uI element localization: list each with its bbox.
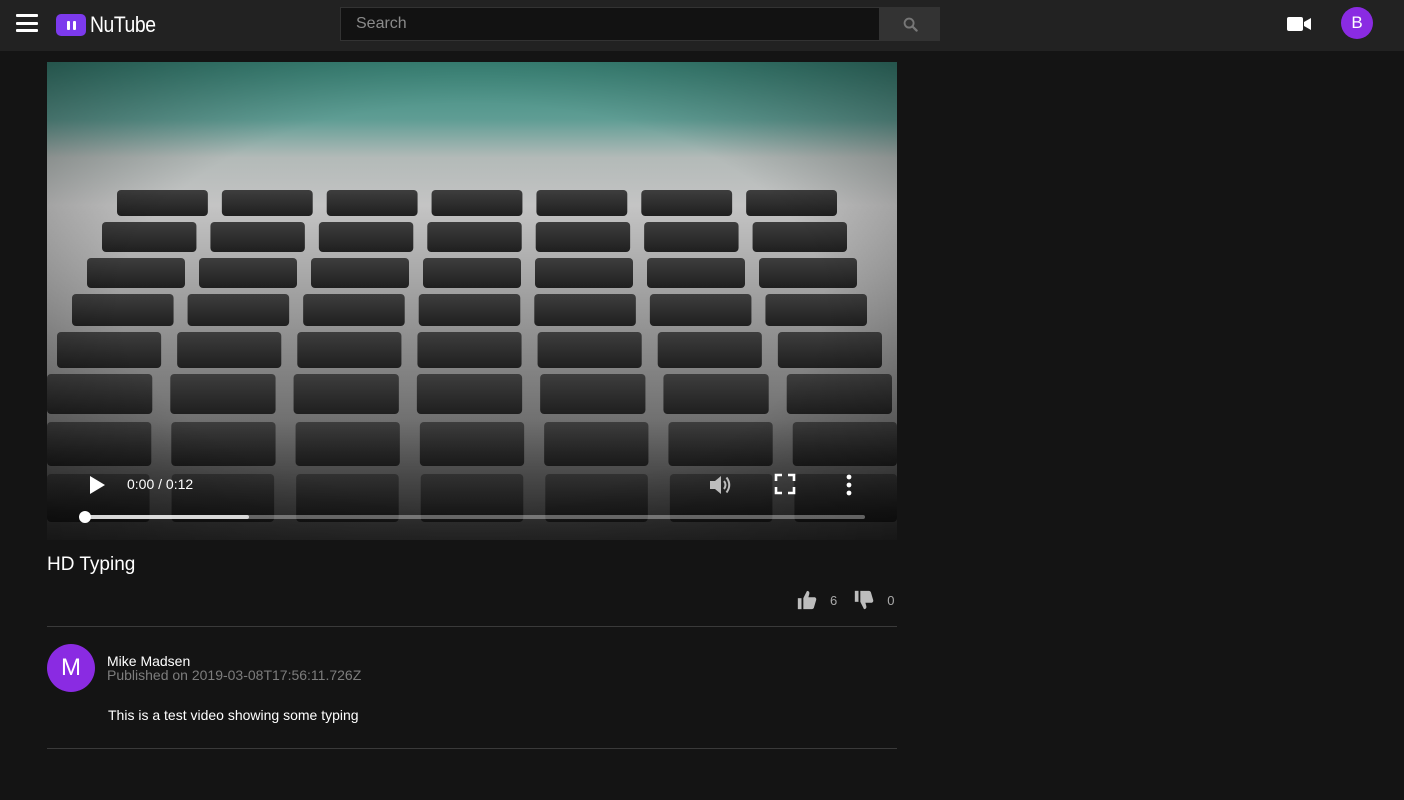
buffered-bar bbox=[85, 515, 249, 519]
like-button[interactable]: 6 bbox=[796, 589, 837, 611]
video-description: This is a test video showing some typing bbox=[108, 707, 359, 723]
magnifier-icon bbox=[903, 17, 918, 32]
video-player[interactable]: 0:00 / 0:12 bbox=[47, 62, 897, 540]
player-controls: 0:00 / 0:12 bbox=[47, 62, 897, 540]
play-button[interactable] bbox=[85, 472, 109, 498]
published-date: Published on 2019-03-08T17:56:11.726Z bbox=[107, 667, 362, 683]
time-display: 0:00 / 0:12 bbox=[127, 476, 194, 492]
thumbs-down-icon bbox=[855, 590, 874, 610]
volume-button[interactable] bbox=[707, 472, 735, 498]
top-bar: NuTube B bbox=[0, 0, 1404, 51]
search-input[interactable] bbox=[340, 7, 880, 41]
user-avatar[interactable]: B bbox=[1341, 7, 1373, 39]
play-icon bbox=[90, 476, 105, 494]
dislike-count: 0 bbox=[887, 592, 895, 608]
logo-text: NuTube bbox=[90, 12, 156, 37]
search-button[interactable] bbox=[880, 7, 940, 41]
more-options-button[interactable] bbox=[841, 472, 857, 498]
channel-avatar[interactable]: M bbox=[47, 644, 95, 692]
rating-bar: 6 0 bbox=[796, 588, 894, 612]
video-title: HD Typing bbox=[47, 554, 136, 575]
like-count: 6 bbox=[830, 592, 838, 608]
fullscreen-button[interactable] bbox=[773, 472, 797, 496]
vertical-dots-icon bbox=[846, 474, 852, 496]
upload-video-button[interactable] bbox=[1286, 14, 1312, 34]
dislike-button[interactable]: 0 bbox=[853, 589, 894, 611]
fullscreen-icon bbox=[774, 473, 796, 495]
progress-thumb[interactable] bbox=[79, 511, 91, 523]
divider bbox=[47, 748, 897, 749]
divider bbox=[47, 626, 897, 627]
video-camera-icon bbox=[1287, 17, 1311, 31]
volume-icon bbox=[710, 476, 731, 494]
progress-bar[interactable] bbox=[79, 511, 865, 523]
logo-icon bbox=[56, 14, 86, 36]
search-bar bbox=[340, 7, 940, 41]
hamburger-icon[interactable] bbox=[16, 14, 38, 32]
thumbs-up-icon bbox=[797, 590, 817, 610]
logo[interactable]: NuTube bbox=[56, 11, 164, 39]
